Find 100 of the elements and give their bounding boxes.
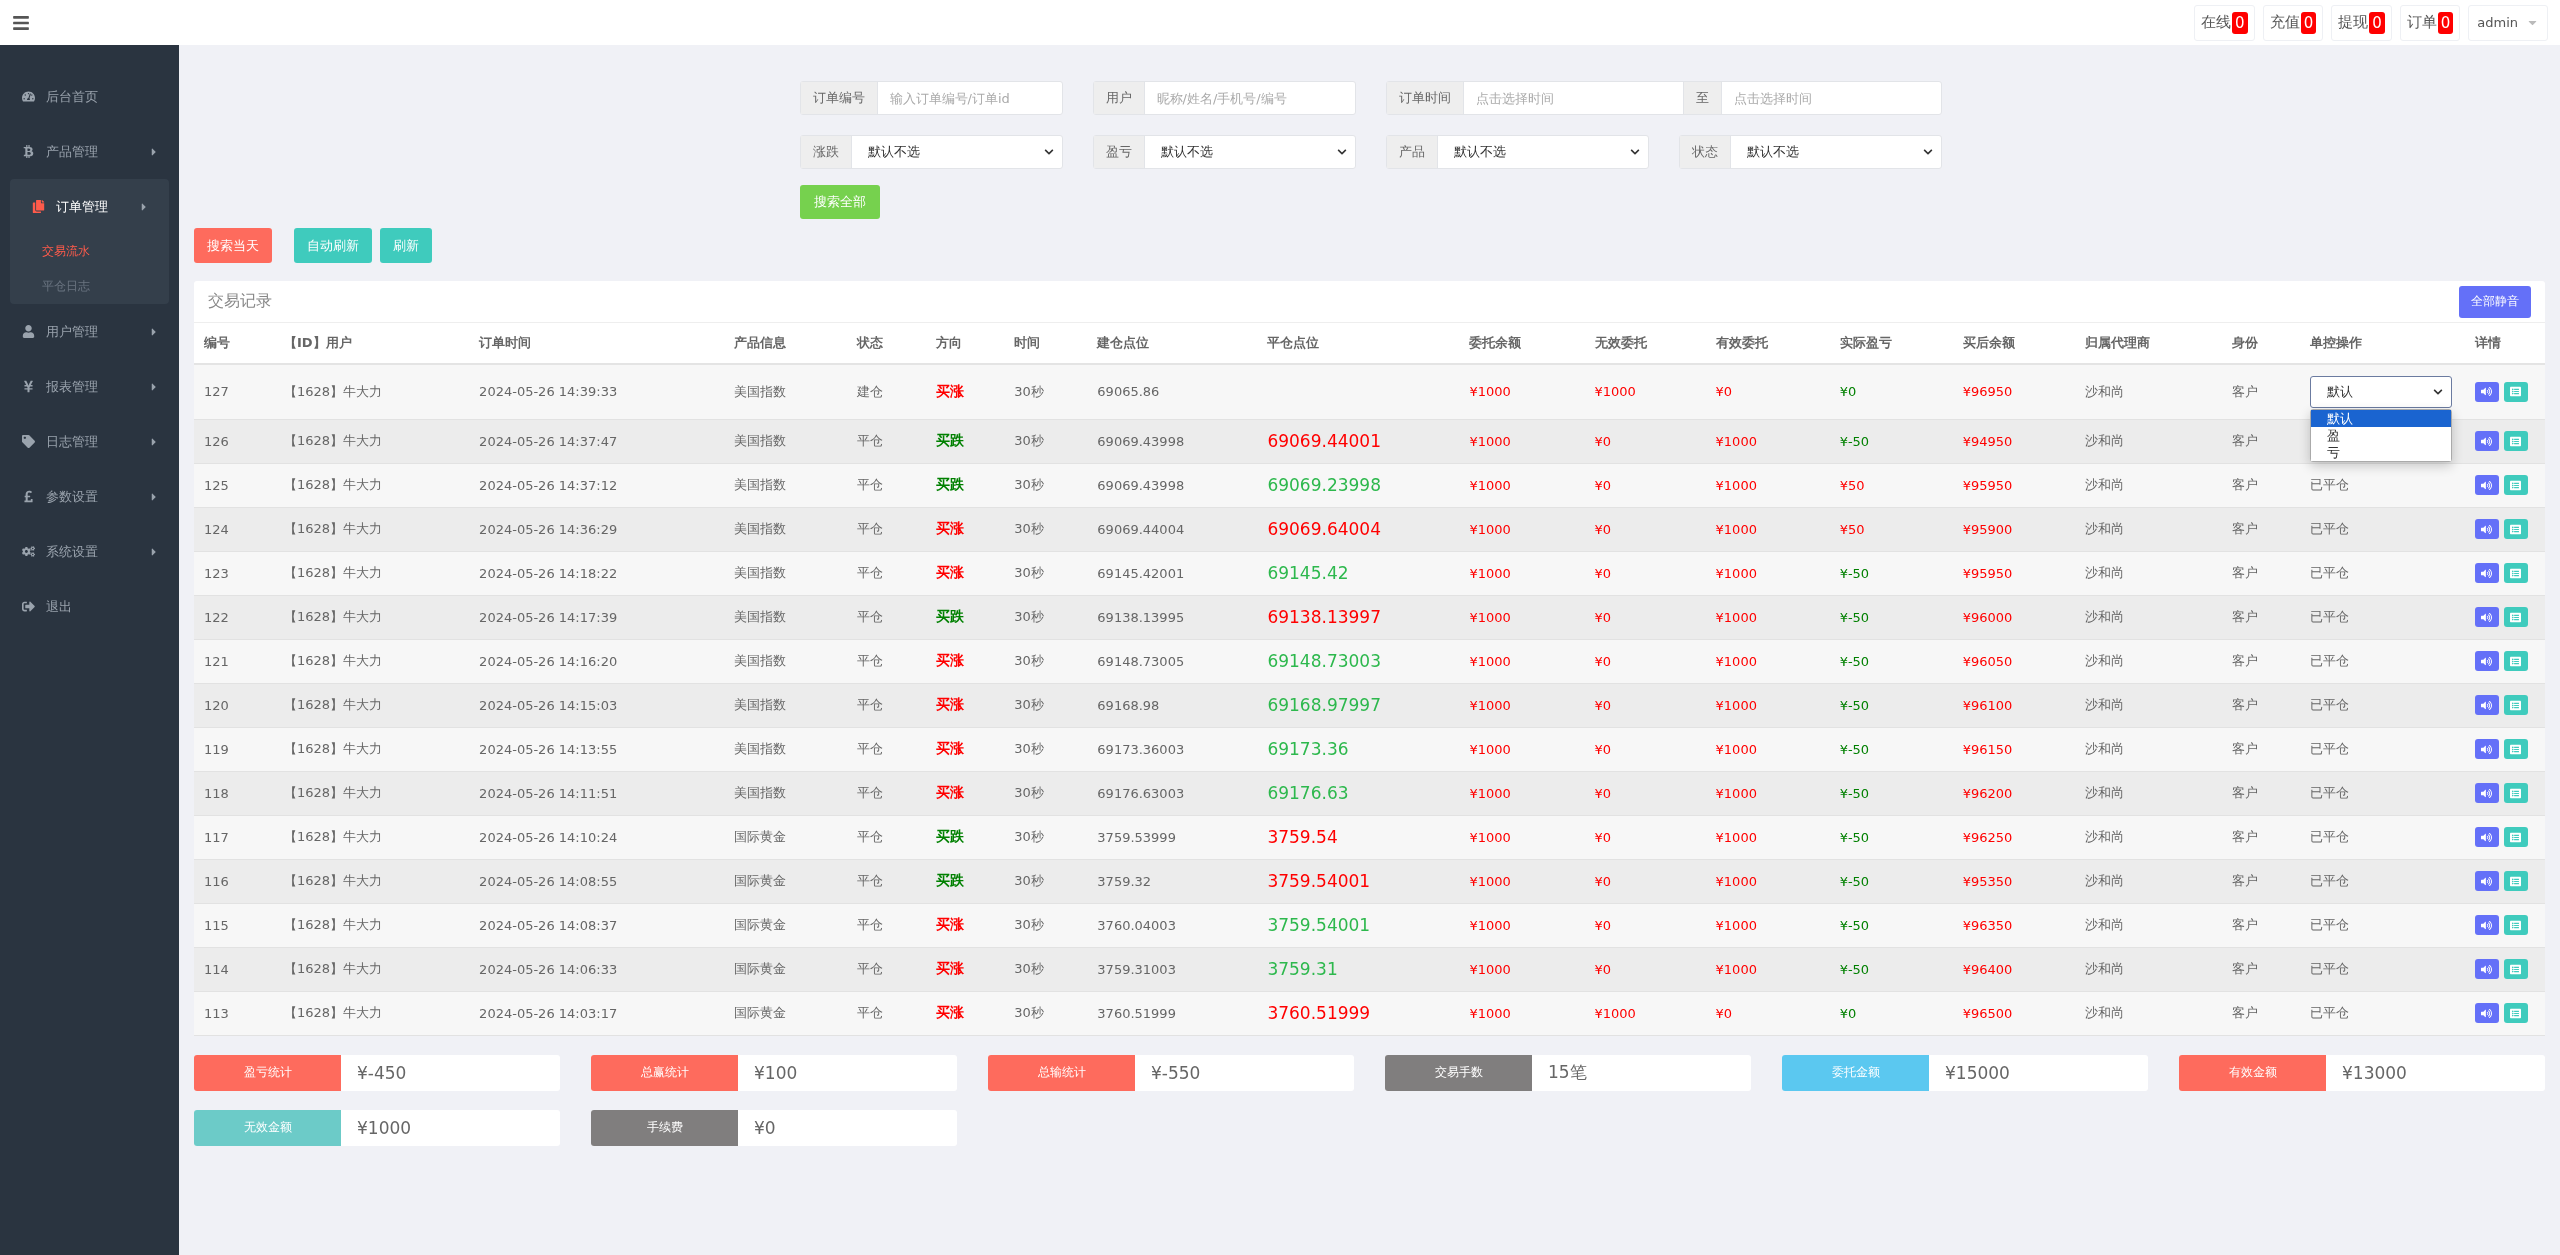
volume-button[interactable] bbox=[2474, 827, 2499, 847]
table-cell: 买涨 bbox=[936, 520, 965, 536]
volume-button[interactable] bbox=[2474, 563, 2499, 583]
table-cell: ¥-50 bbox=[1839, 741, 1870, 757]
date-field[interactable]: 点击选择时间 bbox=[1463, 82, 1683, 114]
table-cell: 2024-05-26 14:37:12 bbox=[469, 463, 725, 507]
table-cell: 沙和尚 bbox=[2074, 551, 2222, 595]
table-cell: 已平仓 bbox=[2299, 815, 2465, 859]
select-field[interactable]: 默认不选 bbox=[1730, 136, 1941, 168]
table-cell: 沙和尚 bbox=[2074, 727, 2222, 771]
table-cell: 美国指数 bbox=[724, 595, 848, 639]
user-icon bbox=[21, 325, 35, 338]
sidebar-item[interactable]: 参数设置 bbox=[0, 469, 179, 524]
table-cell: ¥1000 bbox=[1705, 595, 1830, 639]
table-cell: ¥1000 bbox=[1459, 595, 1585, 639]
sidebar-item[interactable]: 日志管理 bbox=[0, 414, 179, 469]
table-cell: ¥1000 bbox=[1705, 859, 1830, 903]
volume-button[interactable] bbox=[2474, 1003, 2499, 1023]
table-cell: 【1628】牛大力 bbox=[274, 771, 470, 815]
volume-button[interactable] bbox=[2474, 695, 2499, 715]
table-cell: 30秒 bbox=[1004, 639, 1088, 683]
table-cell: 买涨 bbox=[936, 382, 965, 399]
volume-button[interactable] bbox=[2474, 381, 2499, 402]
sidebar-item[interactable]: 系统设置 bbox=[0, 524, 179, 579]
date-field[interactable]: 点击选择时间 bbox=[1721, 82, 1941, 114]
volume-button[interactable] bbox=[2474, 519, 2499, 539]
table-cell: 30秒 bbox=[1004, 595, 1088, 639]
gears-icon bbox=[21, 545, 35, 558]
table-cell: 沙和尚 bbox=[2074, 815, 2222, 859]
volume-button[interactable] bbox=[2474, 475, 2499, 495]
sidebar-item[interactable]: 报表管理 bbox=[0, 359, 179, 414]
counter-button[interactable]: 订单 0 bbox=[2399, 4, 2461, 41]
table-cell: 69069.44001 bbox=[1267, 431, 1381, 451]
table-cell: 客户 bbox=[2221, 364, 2300, 419]
table-cell: ¥50 bbox=[1839, 477, 1865, 493]
menu-icon[interactable] bbox=[12, 13, 30, 32]
volume-button[interactable] bbox=[2474, 431, 2499, 451]
table-cell: ¥-50 bbox=[1839, 433, 1870, 449]
table-cell: ¥1000 bbox=[1705, 947, 1830, 991]
table-cell: 客户 bbox=[2221, 463, 2300, 507]
table-cell: 30秒 bbox=[1004, 463, 1088, 507]
volume-button[interactable] bbox=[2474, 739, 2499, 759]
table-cell: ¥0 bbox=[1584, 551, 1706, 595]
stat-label: 交易手数 bbox=[1385, 1054, 1532, 1091]
table-cell: ¥96200 bbox=[1952, 771, 2075, 815]
user-menu[interactable]: admin bbox=[2468, 4, 2548, 41]
volume-button[interactable] bbox=[2474, 871, 2499, 891]
input-field[interactable]: 输入订单编号/订单id bbox=[877, 82, 1062, 114]
chevron-down-icon bbox=[1043, 147, 1054, 157]
table-cell: ¥0 bbox=[1839, 1005, 1857, 1021]
volume-button[interactable] bbox=[2474, 607, 2499, 627]
speaker-icon bbox=[2481, 919, 2493, 931]
table-cell: 美国指数 bbox=[724, 507, 848, 551]
mute-all-button[interactable]: 全部静音 bbox=[2459, 285, 2531, 318]
volume-button[interactable] bbox=[2474, 651, 2499, 671]
sidebar-item[interactable]: 订单管理 bbox=[10, 179, 169, 234]
action-button[interactable]: 搜索当天 bbox=[194, 228, 272, 263]
text-field[interactable]: 订单编号 输入订单编号/订单id bbox=[799, 81, 1063, 115]
volume-button[interactable] bbox=[2474, 915, 2499, 935]
volume-button[interactable] bbox=[2474, 959, 2499, 979]
table-cell: 已平仓 bbox=[2299, 947, 2465, 991]
text-field[interactable]: 用户 昵称/姓名/手机号/编号 bbox=[1092, 81, 1356, 115]
sidebar-item[interactable]: 产品管理 bbox=[0, 124, 179, 179]
counter-button[interactable]: 充值 0 bbox=[2262, 4, 2324, 41]
table-cell: 沙和尚 bbox=[2074, 463, 2222, 507]
table-cell: 3759.54 bbox=[1267, 827, 1338, 847]
table-cell: ¥94950 bbox=[1952, 419, 2075, 463]
volume-button[interactable] bbox=[2474, 783, 2499, 803]
dropdown-option[interactable]: 默认 bbox=[2310, 410, 2451, 427]
table-cell: 平仓 bbox=[847, 419, 927, 463]
table-cell: ¥1000 bbox=[1459, 727, 1585, 771]
table-cell: 客户 bbox=[2221, 903, 2300, 947]
table-cell: 69065.86 bbox=[1087, 364, 1258, 419]
select-field[interactable]: 默认不选 bbox=[1144, 136, 1355, 168]
dropdown-option[interactable]: 亏 bbox=[2310, 444, 2451, 461]
counter-button[interactable]: 提现 0 bbox=[2331, 4, 2392, 41]
table-cell: 69145.42001 bbox=[1087, 551, 1258, 595]
table-cell: 平仓 bbox=[847, 947, 927, 991]
table-cell: 124 bbox=[194, 507, 275, 551]
yen-icon bbox=[21, 380, 35, 393]
control-select[interactable]: 默认 bbox=[2309, 375, 2452, 408]
counter-button[interactable]: 在线 0 bbox=[2194, 4, 2255, 41]
chevron-down-icon bbox=[2432, 386, 2443, 397]
select-field[interactable]: 默认不选 bbox=[851, 136, 1062, 168]
submenu-item[interactable]: 交易流水 bbox=[10, 234, 169, 269]
table-cell: 69145.42 bbox=[1267, 563, 1349, 583]
sidebar-item[interactable]: 用户管理 bbox=[0, 304, 179, 359]
dropdown-option[interactable]: 盈 bbox=[2310, 427, 2451, 444]
table-cell: ¥-50 bbox=[1839, 609, 1870, 625]
sidebar-item[interactable]: 后台首页 bbox=[0, 69, 179, 124]
table-cell: 127 bbox=[194, 364, 275, 419]
table-cell: 30秒 bbox=[1004, 903, 1088, 947]
sidebar-item[interactable]: 退出 bbox=[0, 579, 179, 634]
select-field[interactable]: 默认不选 bbox=[1437, 136, 1648, 168]
table-cell: ¥-50 bbox=[1839, 785, 1870, 801]
table-cell: ¥96100 bbox=[1952, 683, 2075, 727]
date-range-field[interactable]: 订单时间 点击选择时间 至 点击选择时间 bbox=[1385, 81, 1942, 115]
input-field[interactable]: 昵称/姓名/手机号/编号 bbox=[1144, 82, 1355, 114]
stat-value: ¥-550 bbox=[1150, 1061, 1202, 1085]
table-cell: ¥96150 bbox=[1952, 727, 2075, 771]
